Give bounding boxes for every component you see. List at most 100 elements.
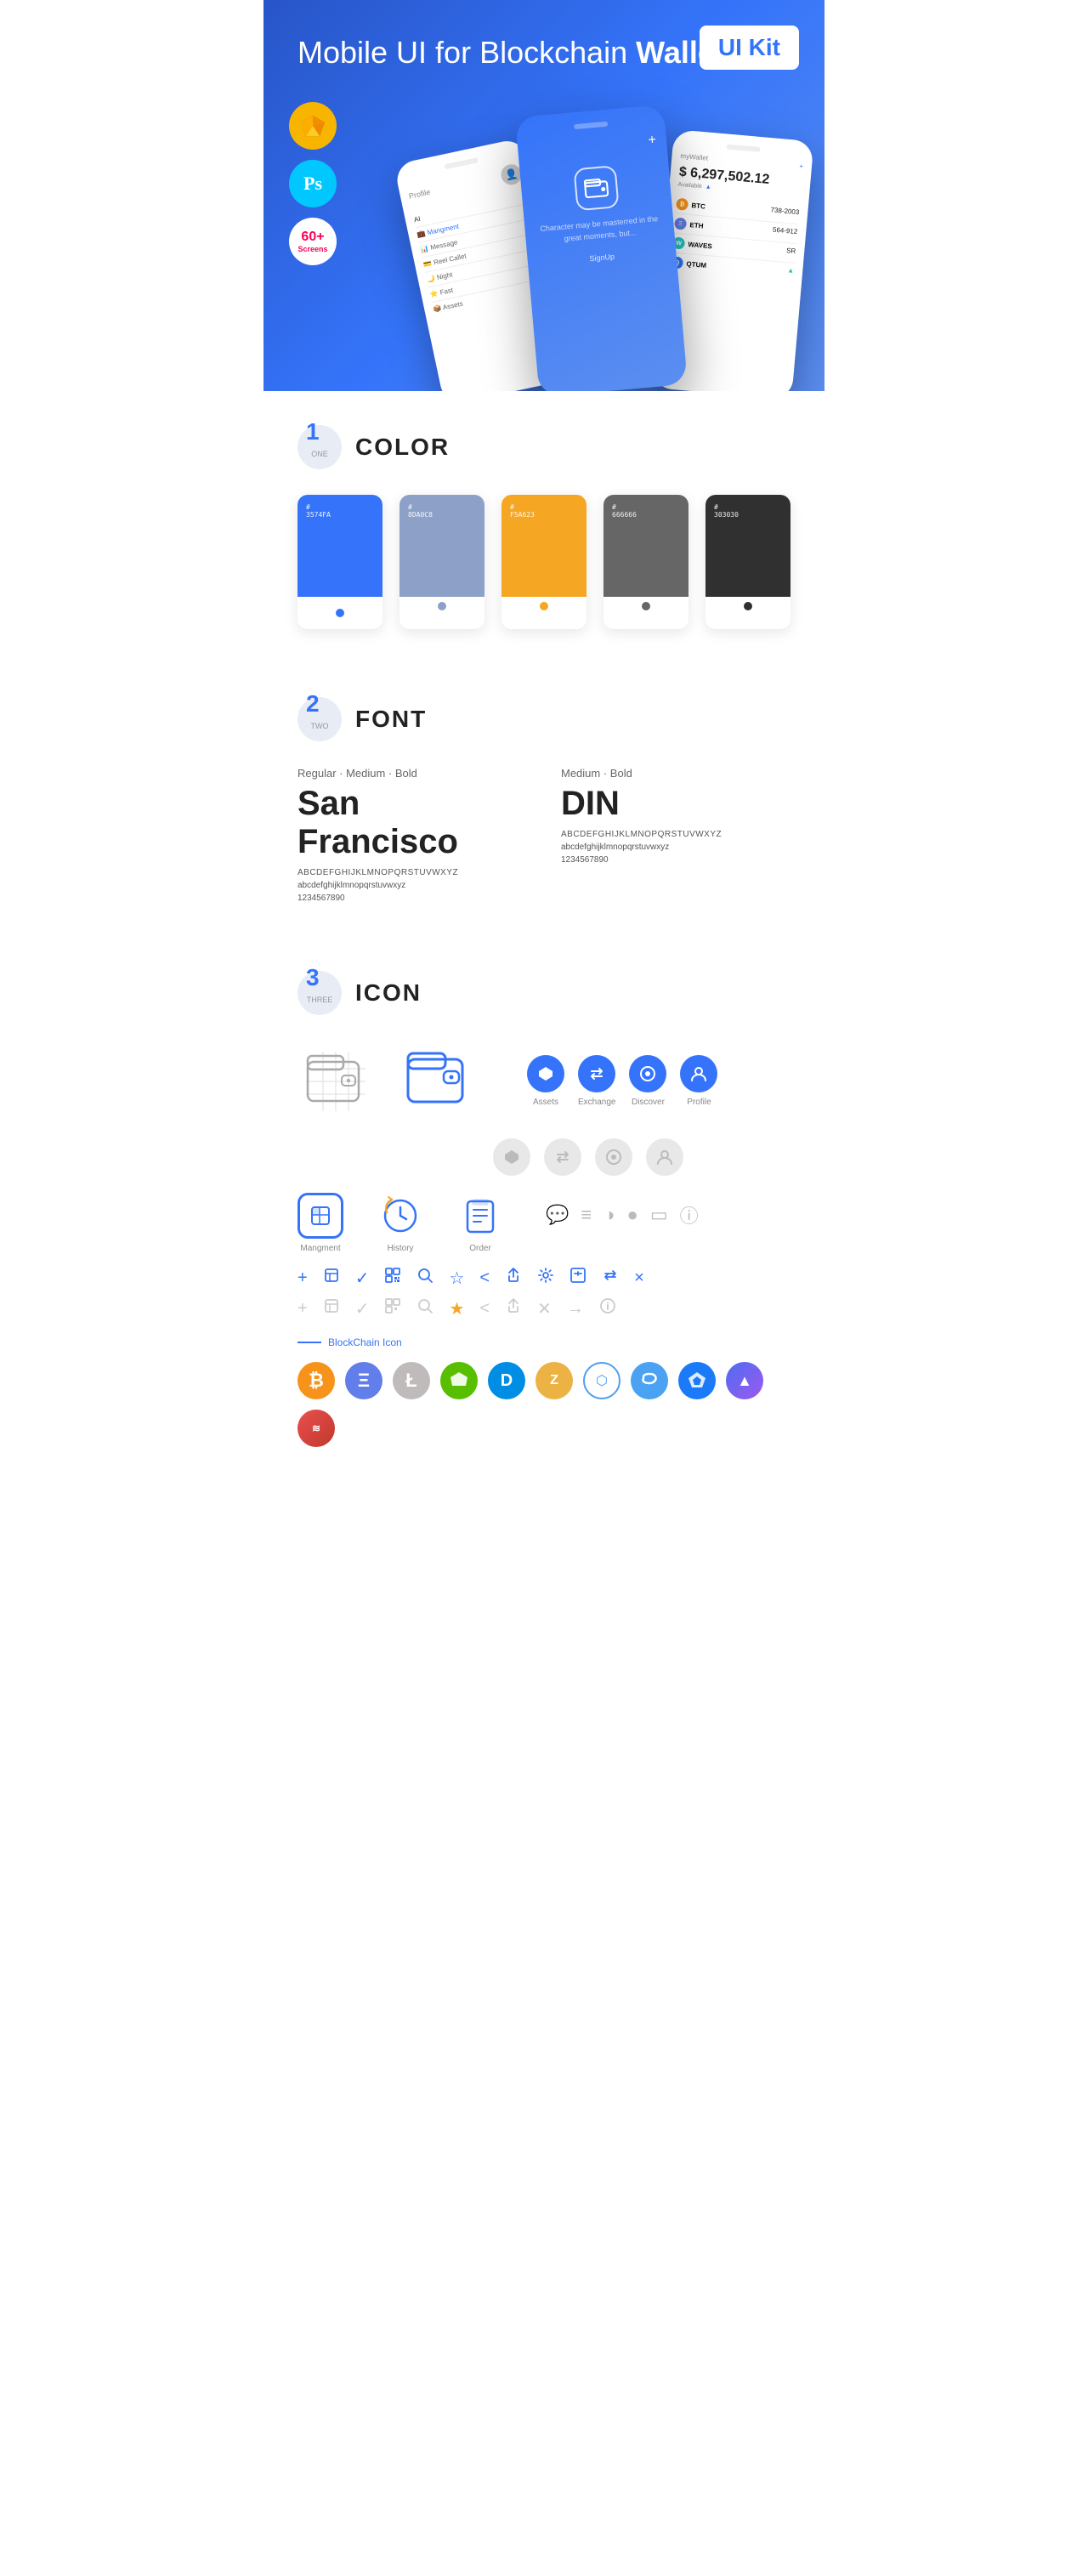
sf-name: San Francisco — [298, 785, 527, 861]
icon-assets: Assets — [527, 1055, 564, 1107]
order-label: Order — [469, 1244, 491, 1253]
font-title: FONT — [355, 706, 427, 733]
litecoin-icon: Ł — [393, 1362, 430, 1399]
misc-icons: 💬 ≡ ◑ ● ▭ ⓘ — [546, 1201, 699, 1228]
icon-exchange: Exchange — [578, 1055, 615, 1107]
font-display: Regular · Medium · Bold San Francisco AB… — [298, 767, 790, 903]
chat-icon: 💬 — [546, 1204, 569, 1226]
share-icon[interactable] — [505, 1267, 522, 1289]
color-card-dark: #303030 — [706, 495, 790, 629]
icon-order: Order — [457, 1193, 503, 1253]
color-card-gray: #666666 — [604, 495, 688, 629]
color-card-blue: #3574FA — [298, 495, 382, 629]
x-icon-gray: ✕ — [537, 1298, 552, 1319]
icon-history: History — [377, 1193, 423, 1253]
discover-label: Discover — [632, 1098, 665, 1107]
sf-style-label: Regular · Medium · Bold — [298, 767, 527, 780]
icon-row-main: Assets Exchange Discove — [298, 1041, 790, 1121]
din-lower: abcdefghijklmnopqrstuvwxyz — [561, 843, 790, 852]
sf-numbers: 1234567890 — [298, 894, 527, 903]
phone-mockups: Profile 👤 AI 💼 Mangment 📊 Message 💳 Reel… — [395, 111, 816, 391]
ethereum-icon: Ξ — [345, 1362, 382, 1399]
din-style-label: Medium · Bold — [561, 767, 790, 780]
message-icon: ▭ — [650, 1204, 668, 1226]
font-sf: Regular · Medium · Bold San Francisco AB… — [298, 767, 527, 903]
history-label: History — [387, 1244, 413, 1253]
bitcoin-icon: ₿ — [298, 1362, 335, 1399]
color-card-orange: #F5A623 — [502, 495, 586, 629]
blockchain-line — [298, 1342, 321, 1343]
section-num-1: 1 ONE — [298, 425, 342, 469]
ps-badge: Ps — [289, 160, 337, 207]
qr-icon-gray — [384, 1297, 401, 1319]
upload-icon[interactable] — [570, 1267, 586, 1289]
bottom-nav-icons: Mangment History — [298, 1193, 790, 1253]
layers-icon: ≡ — [581, 1204, 592, 1226]
profile-label: Profile — [687, 1098, 711, 1107]
back-icon-gray: < — [479, 1299, 490, 1319]
dash-icon: D — [488, 1362, 525, 1399]
circle-icon: ● — [627, 1204, 638, 1226]
management-label: Mangment — [300, 1244, 340, 1253]
section-num-2: 2 TWO — [298, 697, 342, 741]
din-upper: ABCDEFGHIJKLMNOPQRSTUVWXYZ — [561, 830, 790, 839]
add-icon[interactable]: + — [298, 1268, 308, 1288]
color-section: 1 ONE COLOR #3574FA #8DA0C8 #F5A623 #666… — [264, 391, 824, 663]
search-icon[interactable] — [416, 1267, 434, 1289]
ui-kit-badge: UI Kit — [700, 26, 799, 70]
band-icon: ▲ — [726, 1362, 763, 1399]
kava-icon: ≋ — [298, 1410, 335, 1447]
share-icon-gray — [505, 1297, 522, 1319]
star-icon[interactable]: ☆ — [449, 1268, 464, 1289]
exchange-label: Exchange — [578, 1098, 615, 1107]
hero-badges: Ps 60+ Screens — [289, 102, 337, 265]
edit-icon-gray — [323, 1297, 340, 1319]
info-icon: ⓘ — [680, 1201, 699, 1228]
phone-middle: + Character may be masterred in the grea… — [515, 105, 688, 391]
icon-discover: Discover — [629, 1055, 666, 1107]
steem-icon — [631, 1362, 668, 1399]
kyber-icon — [678, 1362, 716, 1399]
nav-icons-group: Assets Exchange Discove — [527, 1055, 717, 1107]
qr-icon[interactable] — [384, 1267, 401, 1289]
blockchain-label: BlockChain Icon — [298, 1336, 790, 1348]
swap-icon[interactable] — [602, 1267, 619, 1289]
info-icon-gray — [599, 1297, 616, 1319]
colors-row: #3574FA #8DA0C8 #F5A623 #666666 #303030 — [298, 495, 790, 629]
sketch-badge — [289, 102, 337, 150]
assets-label: Assets — [533, 1098, 558, 1107]
sf-upper: ABCDEFGHIJKLMNOPQRSTUVWXYZ — [298, 868, 527, 877]
din-name: DIN — [561, 785, 790, 823]
font-section: 2 TWO FONT Regular · Medium · Bold San F… — [264, 663, 824, 937]
moon-icon: ◑ — [604, 1204, 615, 1226]
close-icon[interactable]: × — [634, 1268, 644, 1288]
toolbar-icons-blue: + ✓ ☆ < × — [298, 1267, 790, 1289]
edit-icon[interactable] — [323, 1267, 340, 1289]
hero-section: Mobile UI for Blockchain Wallet UI Kit P… — [264, 0, 824, 391]
nav-icons-gray — [493, 1138, 790, 1176]
color-title: COLOR — [355, 434, 450, 461]
zcash-icon: Z — [536, 1362, 573, 1399]
settings-icon[interactable] — [537, 1267, 554, 1289]
color-card-gray-blue: #8DA0C8 — [400, 495, 484, 629]
forward-icon-gray: → — [567, 1299, 584, 1319]
add-icon-gray: + — [298, 1299, 308, 1319]
crypto-icons: ₿ Ξ Ł D Z ⬡ ▲ ≋ — [298, 1362, 790, 1447]
check-icon[interactable]: ✓ — [355, 1268, 370, 1289]
screens-badge: 60+ Screens — [289, 218, 337, 265]
wallet-icon-outline-gray — [298, 1043, 374, 1120]
din-numbers: 1234567890 — [561, 855, 790, 865]
grid-icon: ⬡ — [583, 1362, 620, 1399]
blockchain-text: BlockChain Icon — [328, 1336, 402, 1348]
section-number-font: 2 TWO FONT — [298, 697, 790, 741]
section-num-3: 3 THREE — [298, 971, 342, 1015]
font-din: Medium · Bold DIN ABCDEFGHIJKLMNOPQRSTUV… — [561, 767, 790, 903]
back-icon[interactable]: < — [479, 1268, 490, 1288]
section-number-icon: 3 THREE ICON — [298, 971, 790, 1015]
search-icon-gray — [416, 1297, 434, 1319]
icon-profile: Profile — [680, 1055, 717, 1107]
bottom-spacer — [264, 1481, 824, 1515]
wallet-icon-blue — [400, 1041, 476, 1121]
sf-lower: abcdefghijklmnopqrstuvwxyz — [298, 881, 527, 890]
star-icon-orange: ★ — [449, 1298, 464, 1319]
